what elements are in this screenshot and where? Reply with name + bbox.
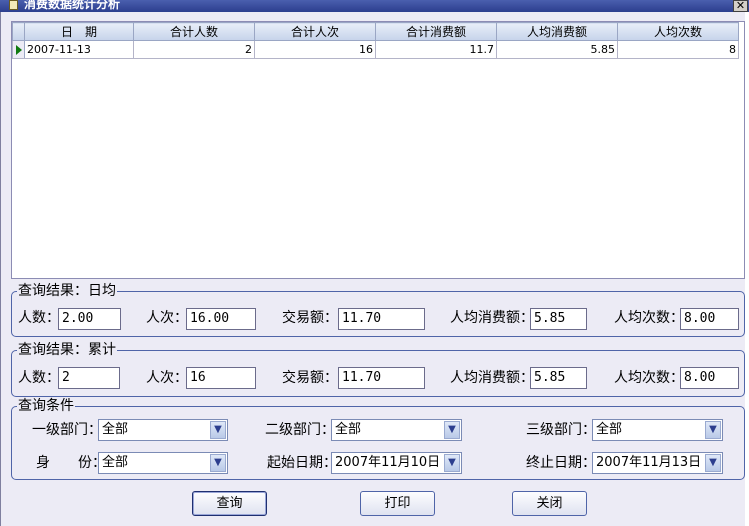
query-conditions-legend: 查询条件 — [17, 398, 75, 414]
cumulative-legend: 查询结果：累计 — [17, 342, 117, 358]
cumulative-avg-amount-field[interactable]: 5.85 — [530, 367, 587, 389]
identity-value: 全部 — [102, 455, 129, 470]
cell-avg-amount[interactable]: 5.85 — [496, 40, 618, 59]
print-button[interactable]: 打印 — [360, 491, 435, 516]
cumulative-avg-amount-label: 人均消费额： — [450, 370, 534, 386]
dept3-value: 全部 — [596, 422, 623, 437]
column-header-total-visits[interactable]: 合计人次 — [254, 22, 376, 41]
cell-total-amount[interactable]: 11.7 — [375, 40, 497, 59]
result-grid[interactable]: 日 期 合计人数 合计人次 合计消费额 人均消费额 人均次数 2007-11-1… — [11, 21, 745, 279]
daily-average-legend: 查询结果：日均 — [17, 283, 117, 299]
row-indicator-header — [12, 22, 25, 41]
cumulative-amount-label: 交易额： — [282, 370, 338, 386]
daily-avg-visits-field[interactable]: 8.00 — [680, 308, 739, 330]
daily-amount-field[interactable]: 11.70 — [338, 308, 425, 330]
cumulative-avg-visits-field[interactable]: 8.00 — [680, 367, 739, 389]
row-indicator[interactable] — [12, 40, 25, 59]
window-edge — [745, 12, 749, 526]
cell-avg-visits[interactable]: 8 — [617, 40, 739, 59]
column-header-avg-visits[interactable]: 人均次数 — [617, 22, 739, 41]
daily-visits-label: 人次： — [146, 310, 188, 326]
daily-visits-field[interactable]: 16.00 — [186, 308, 256, 330]
end-date-picker[interactable]: 2007年11月13日 ▼ — [592, 452, 723, 474]
dept2-label: 二级部门： — [265, 422, 335, 438]
grid-header-row: 日 期 合计人数 合计人次 合计消费额 人均消费额 人均次数 — [12, 22, 739, 41]
cell-date[interactable]: 2007-11-13 — [24, 40, 134, 59]
column-header-total-people[interactable]: 合计人数 — [133, 22, 255, 41]
dept1-label: 一级部门： — [32, 422, 102, 438]
column-header-total-amount[interactable]: 合计消费额 — [375, 22, 497, 41]
chevron-down-icon[interactable]: ▼ — [444, 454, 460, 472]
column-header-avg-amount[interactable]: 人均消费额 — [496, 22, 618, 41]
cell-total-people[interactable]: 2 — [133, 40, 255, 59]
start-date-value: 2007年11月10日 — [335, 455, 441, 470]
daily-amount-label: 交易额： — [282, 310, 338, 326]
dept2-select[interactable]: 全部 ▼ — [331, 419, 462, 441]
close-button[interactable]: 关闭 — [512, 491, 587, 516]
start-date-picker[interactable]: 2007年11月10日 ▼ — [331, 452, 462, 474]
cumulative-people-field[interactable]: 2 — [58, 367, 120, 389]
cumulative-avg-visits-label: 人均次数： — [614, 370, 684, 386]
chevron-down-icon[interactable]: ▼ — [444, 421, 460, 439]
cumulative-visits-field[interactable]: 16 — [186, 367, 256, 389]
table-row[interactable]: 2007-11-13 2 16 11.7 5.85 8 — [12, 40, 739, 59]
query-button[interactable]: 查询 — [192, 491, 267, 516]
chevron-down-icon[interactable]: ▼ — [210, 421, 226, 439]
start-date-label: 起始日期： — [267, 455, 337, 471]
daily-avg-amount-label: 人均消费额： — [450, 310, 534, 326]
dept2-value: 全部 — [335, 422, 362, 437]
cell-total-visits[interactable]: 16 — [254, 40, 376, 59]
daily-people-field[interactable]: 2.00 — [58, 308, 121, 330]
chevron-down-icon[interactable]: ▼ — [210, 454, 226, 472]
dept3-label: 三级部门： — [526, 422, 596, 438]
daily-avg-visits-label: 人均次数： — [614, 310, 684, 326]
dept1-value: 全部 — [102, 422, 129, 437]
chevron-down-icon[interactable]: ▼ — [705, 454, 721, 472]
dept3-select[interactable]: 全部 ▼ — [592, 419, 723, 441]
current-row-arrow-icon — [16, 44, 22, 55]
cumulative-visits-label: 人次： — [146, 370, 188, 386]
column-header-date[interactable]: 日 期 — [24, 22, 134, 41]
window-title: 消费数据统计分析 — [24, 0, 121, 11]
identity-label: 身 份： — [36, 455, 106, 471]
daily-people-label: 人数： — [18, 310, 60, 326]
daily-avg-amount-field[interactable]: 5.85 — [530, 308, 587, 330]
end-date-value: 2007年11月13日 — [596, 455, 702, 470]
window-close-button[interactable]: ✕ — [733, 0, 748, 12]
dept1-select[interactable]: 全部 ▼ — [98, 419, 228, 441]
app-icon — [9, 0, 18, 10]
end-date-label: 终止日期： — [526, 455, 596, 471]
identity-select[interactable]: 全部 ▼ — [98, 452, 228, 474]
chevron-down-icon[interactable]: ▼ — [705, 421, 721, 439]
cumulative-amount-field[interactable]: 11.70 — [338, 367, 425, 389]
cumulative-people-label: 人数： — [18, 370, 60, 386]
